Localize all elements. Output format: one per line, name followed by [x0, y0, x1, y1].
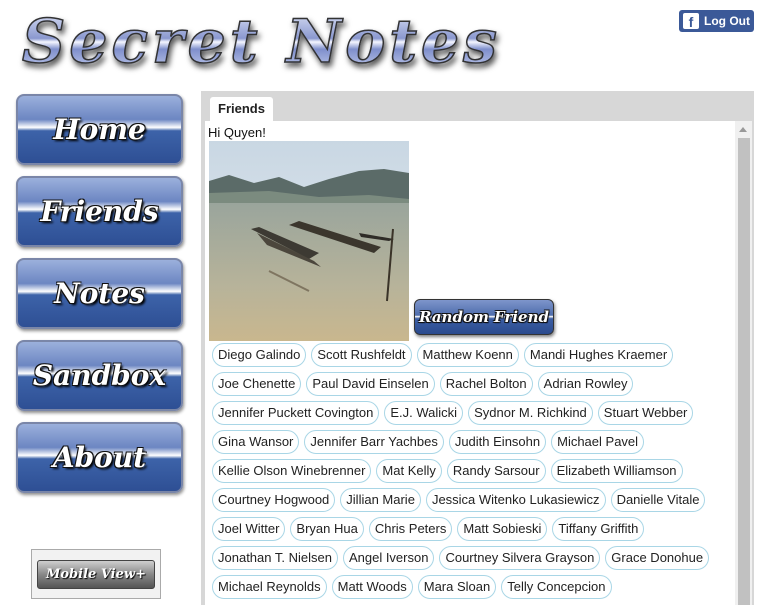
nav-sandbox-button[interactable]: Sandbox — [16, 340, 183, 411]
friend-chip[interactable]: Judith Einsohn — [448, 430, 547, 454]
nav-friends-button[interactable]: Friends — [16, 176, 183, 247]
friend-chip[interactable]: Paul David Einselen — [306, 372, 435, 396]
nav-about-button[interactable]: About — [16, 422, 183, 493]
nav-sandbox-label: Sandbox — [32, 359, 167, 392]
friend-chip[interactable]: Angel Iverson — [342, 546, 435, 570]
scroll-thumb[interactable] — [738, 138, 750, 605]
friend-chip[interactable]: Mat Kelly — [376, 459, 442, 483]
friend-chip[interactable]: Joe Chenette — [212, 372, 302, 396]
friend-chip[interactable]: Sydnor M. Richkind — [468, 401, 593, 425]
friend-chip[interactable]: Stuart Webber — [597, 401, 694, 425]
friend-chip[interactable]: Rachel Bolton — [439, 372, 533, 396]
friend-chip[interactable]: Jessica Witenko Lukasiewicz — [425, 488, 606, 512]
friend-chip[interactable]: Michael Pavel — [551, 430, 645, 454]
nav-notes-label: Notes — [54, 277, 145, 310]
side-nav: Home Friends Notes Sandbox About — [16, 94, 184, 504]
friend-chip[interactable]: Elizabeth Williamson — [550, 459, 683, 483]
friend-chip[interactable]: Chris Peters — [368, 517, 453, 541]
friends-list: Diego Galindo Scott Rushfeldt Matthew Ko… — [212, 343, 724, 604]
friend-chip[interactable]: Telly Concepcion — [501, 575, 612, 599]
nav-about-label: About — [52, 441, 147, 474]
nav-home-button[interactable]: Home — [16, 94, 183, 165]
friend-chip[interactable]: E.J. Walicki — [384, 401, 464, 425]
random-friend-button[interactable]: Random Friend — [414, 299, 554, 335]
friend-chip[interactable]: Adrian Rowley — [537, 372, 634, 396]
friend-chip[interactable]: Jillian Marie — [340, 488, 421, 512]
friend-chip[interactable]: Jennifer Puckett Covington — [212, 401, 380, 425]
friend-chip[interactable]: Diego Galindo — [212, 343, 307, 367]
friend-chip[interactable]: Matt Woods — [331, 575, 413, 599]
friends-content: Hi Quyen! Random Friend Diego Galindo Sc… — [205, 121, 752, 605]
friend-chip[interactable]: Tiffany Griffith — [552, 517, 645, 541]
friend-chip[interactable]: Kellie Olson Winebrenner — [212, 459, 372, 483]
random-friend-label: Random Friend — [419, 308, 549, 326]
logout-label: Log Out — [704, 14, 750, 28]
friend-chip[interactable]: Courtney Hogwood — [212, 488, 336, 512]
scroll-up-arrow-icon[interactable] — [739, 127, 747, 132]
friend-chip[interactable]: Grace Donohue — [605, 546, 710, 570]
facebook-icon: f — [683, 13, 699, 29]
mobile-view-label: Mobile View+ — [37, 559, 155, 589]
greeting-text: Hi Quyen! — [208, 125, 266, 140]
nav-notes-button[interactable]: Notes — [16, 258, 183, 329]
friend-chip[interactable]: Bryan Hua — [290, 517, 364, 541]
friend-chip[interactable]: Jonathan T. Nielsen — [212, 546, 338, 570]
scrollbar[interactable] — [735, 121, 752, 605]
friend-chip[interactable]: Mara Sloan — [417, 575, 497, 599]
content-panel: Friends Hi Quyen! Random Friend Diego Ga… — [201, 91, 754, 605]
friend-chip[interactable]: Randy Sarsour — [446, 459, 546, 483]
friend-chip[interactable]: Gina Wansor — [212, 430, 300, 454]
friend-chip[interactable]: Danielle Vitale — [610, 488, 706, 512]
friend-chip[interactable]: Jennifer Barr Yachbes — [304, 430, 444, 454]
nav-friends-label: Friends — [40, 195, 159, 228]
friend-chip[interactable]: Matthew Koenn — [416, 343, 519, 367]
friend-chip[interactable]: Matt Sobieski — [457, 517, 548, 541]
logout-button[interactable]: f Log Out — [679, 10, 754, 32]
friend-chip[interactable]: Mandi Hughes Kraemer — [523, 343, 674, 367]
friend-chip[interactable]: Michael Reynolds — [212, 575, 327, 599]
mobile-view-button[interactable]: Mobile View+ — [31, 549, 161, 599]
nav-home-label: Home — [53, 113, 146, 146]
friend-chip[interactable]: Joel Witter — [212, 517, 286, 541]
friend-chip[interactable]: Courtney Silvera Grayson — [439, 546, 601, 570]
friend-photo — [209, 141, 409, 341]
tab-friends[interactable]: Friends — [210, 97, 273, 121]
friend-chip[interactable]: Scott Rushfeldt — [311, 343, 412, 367]
app-logo: Secret Notes — [21, 6, 501, 78]
